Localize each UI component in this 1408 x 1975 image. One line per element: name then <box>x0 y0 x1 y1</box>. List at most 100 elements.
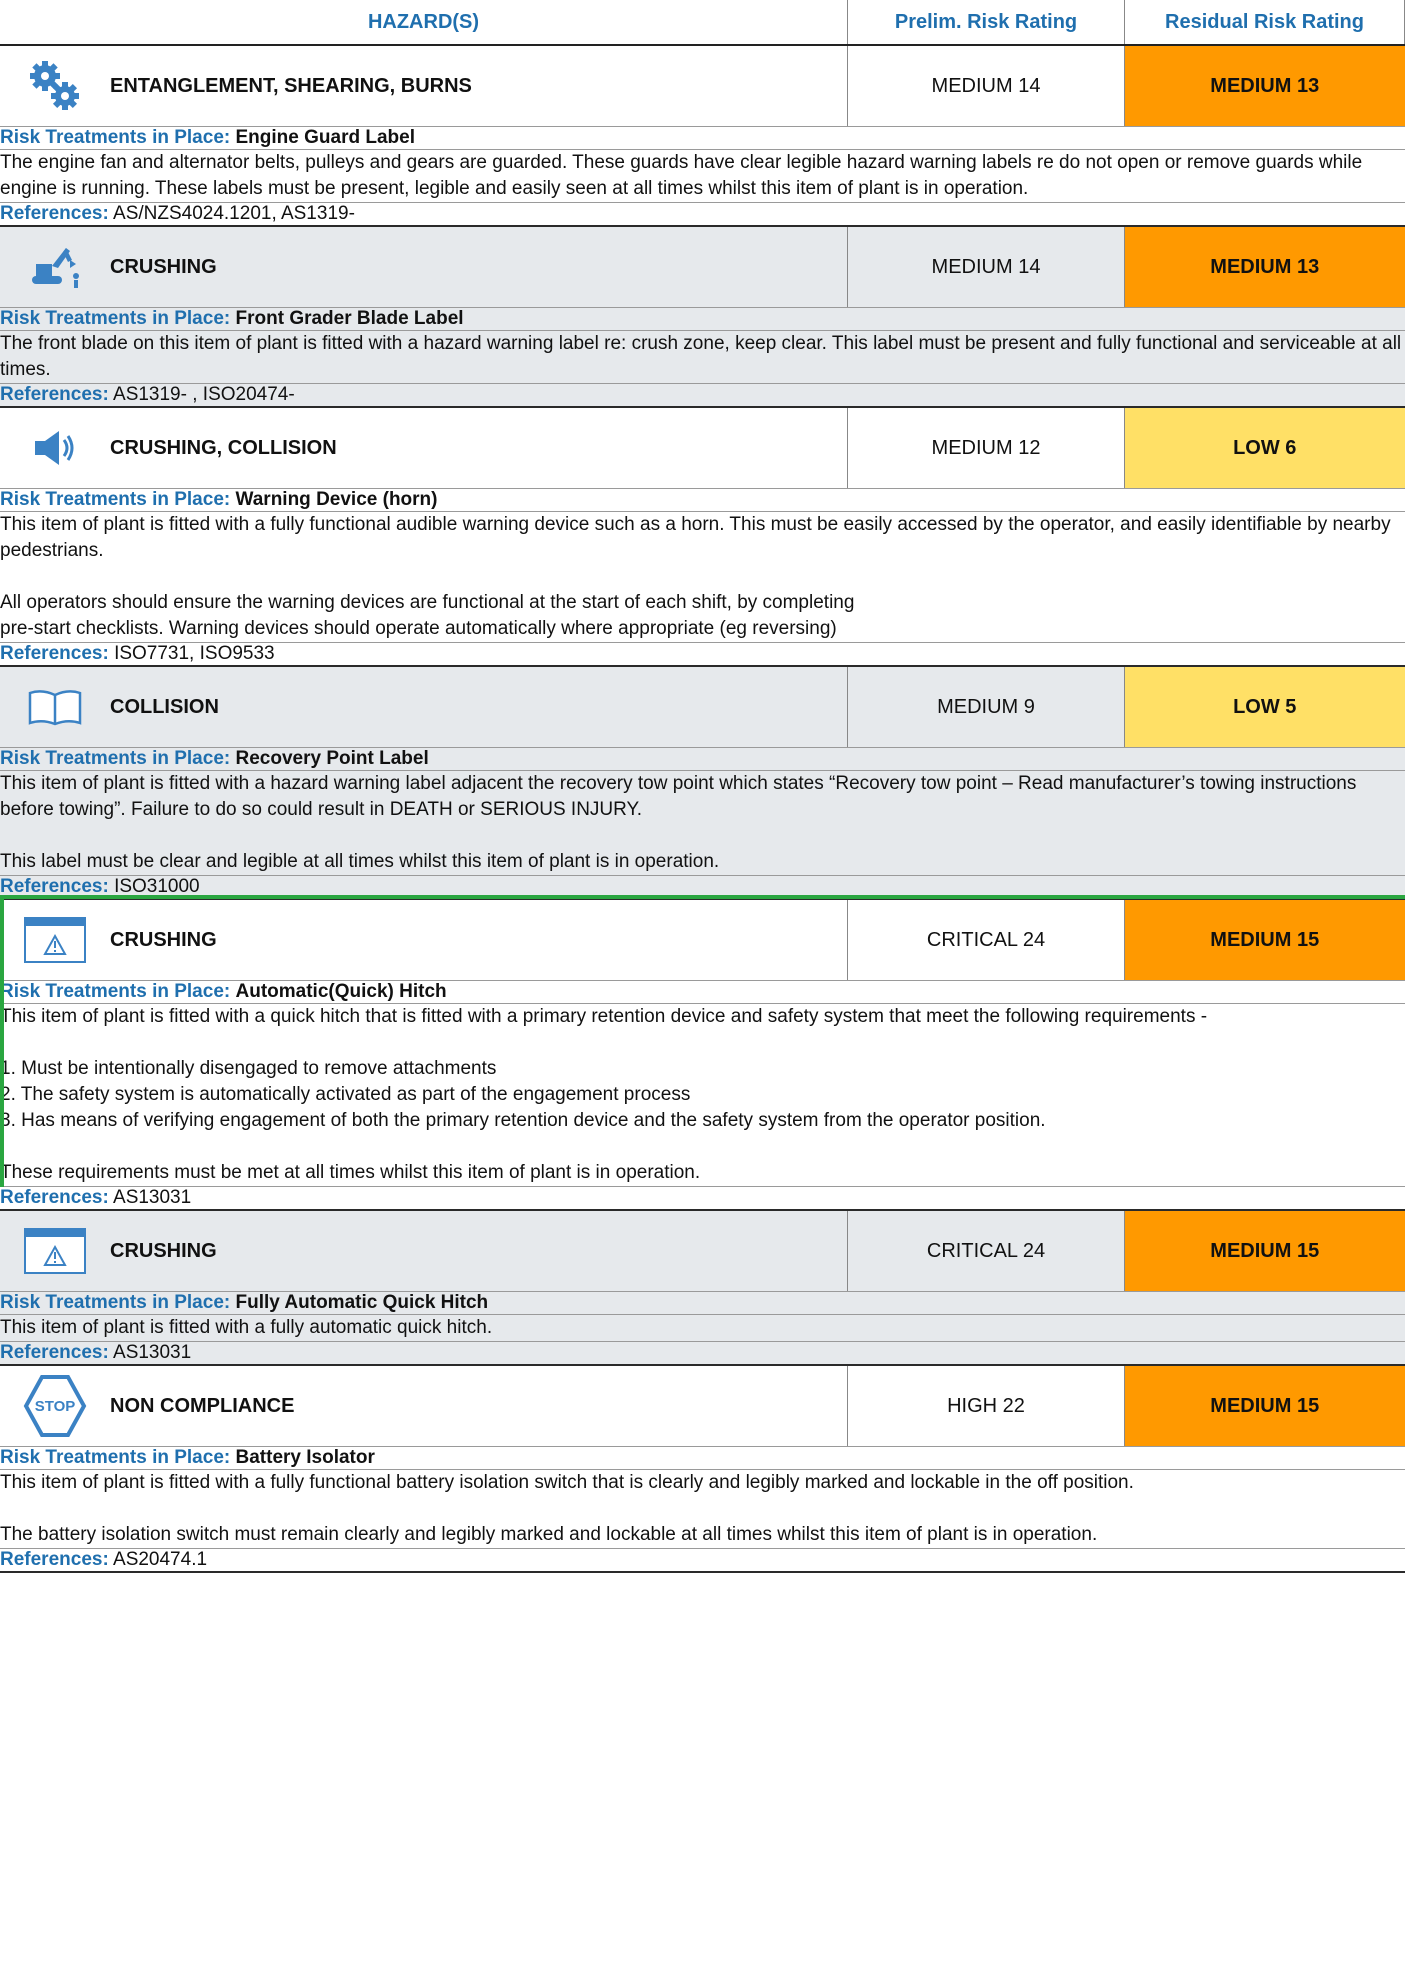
references-value: AS20474.1 <box>113 1549 208 1570</box>
prelim-risk-rating: MEDIUM 14 <box>847 226 1125 308</box>
references: References: AS13031 <box>0 1186 1405 1211</box>
description: This item of plant is fitted with a full… <box>0 511 1405 643</box>
references-value: ISO31000 <box>114 876 200 897</box>
hazard-icon-cell <box>0 666 110 748</box>
risk-treatment-label: Risk Treatments in Place: <box>0 1292 231 1313</box>
references-value: AS13031 <box>113 1342 192 1363</box>
risk-treatment-label: Risk Treatments in Place: <box>0 127 231 148</box>
risk-treatment-label: Risk Treatments in Place: <box>0 981 231 1002</box>
references: References: AS1319- , ISO20474- <box>0 383 1405 408</box>
description-paragraph: This item of plant is fitted with a full… <box>0 1472 1134 1493</box>
risk-treatment: Risk Treatments in Place: Automatic(Quic… <box>0 980 1405 1004</box>
description: This item of plant is fitted with a quic… <box>0 1003 1405 1187</box>
excavator-icon <box>0 228 110 306</box>
hazard-table: HAZARD(S) Prelim. Risk Rating Residual R… <box>0 0 1405 1573</box>
residual-risk-rating: MEDIUM 13 <box>1124 45 1405 127</box>
table-header: HAZARD(S) Prelim. Risk Rating Residual R… <box>0 0 1405 46</box>
prelim-risk-rating: MEDIUM 14 <box>847 45 1125 127</box>
references: References: AS/NZS4024.1201, AS1319- <box>0 202 1405 227</box>
risk-treatment-title: Front Grader Blade Label <box>235 308 464 329</box>
hazard-icon-cell <box>0 45 110 127</box>
hazard-name: CRUSHING <box>110 899 848 981</box>
risk-treatment-row: Risk Treatments in Place: Battery Isolat… <box>0 1446 1405 1470</box>
hazard-icon-cell <box>0 1210 110 1292</box>
residual-risk-rating: MEDIUM 15 <box>1124 899 1405 981</box>
residual-risk-rating: LOW 6 <box>1124 407 1405 489</box>
risk-treatment-title: Battery Isolator <box>235 1447 375 1468</box>
description: This item of plant is fitted with a full… <box>0 1314 1405 1342</box>
prelim-risk-rating: MEDIUM 9 <box>847 666 1125 748</box>
risk-treatment-row: Risk Treatments in Place: Warning Device… <box>0 488 1405 512</box>
hazard-row: COLLISION MEDIUM 9 LOW 5 <box>0 666 1405 748</box>
references-row: References: AS/NZS4024.1201, AS1319- <box>0 202 1405 227</box>
description-paragraph: The battery isolation switch must remain… <box>0 1524 1098 1545</box>
hazard-icon-cell <box>0 407 110 489</box>
hazard-row: CRUSHING CRITICAL 24 MEDIUM 15 <box>0 899 1405 981</box>
description: The engine fan and alternator belts, pul… <box>0 149 1405 203</box>
gears-icon <box>0 47 110 125</box>
description-row: This item of plant is fitted with a quic… <box>0 1003 1405 1187</box>
description-row: The front blade on this item of plant is… <box>0 330 1405 384</box>
description-row: This item of plant is fitted with a full… <box>0 1469 1405 1549</box>
references-row: References: AS20474.1 <box>0 1548 1405 1573</box>
header-residual-risk: Residual Risk Rating <box>1124 0 1405 46</box>
risk-treatment-title: Recovery Point Label <box>235 748 429 769</box>
hazard-name: CRUSHING <box>110 1210 848 1292</box>
references-value: AS13031 <box>113 1187 192 1208</box>
description-paragraph: This label must be clear and legible at … <box>0 851 720 872</box>
prelim-risk-rating: CRITICAL 24 <box>847 1210 1125 1292</box>
description-paragraph: This item of plant is fitted with a full… <box>0 1317 493 1338</box>
references-label: References: <box>0 1342 109 1363</box>
selection-highlight-top <box>0 895 1405 899</box>
description-paragraph: These requirements must be met at all ti… <box>0 1162 701 1183</box>
hazard-row: CRUSHING MEDIUM 14 MEDIUM 13 <box>0 226 1405 308</box>
references-label: References: <box>0 876 109 897</box>
references-label: References: <box>0 643 109 664</box>
hazard-row: CRUSHING, COLLISION MEDIUM 12 LOW 6 <box>0 407 1405 489</box>
residual-risk-rating: MEDIUM 15 <box>1124 1365 1405 1447</box>
residual-risk-rating: LOW 5 <box>1124 666 1405 748</box>
hazard-name: ENTANGLEMENT, SHEARING, BURNS <box>110 45 848 127</box>
references-row: References: AS13031 <box>0 1341 1405 1366</box>
stop-sign-icon: STOP <box>0 1367 110 1445</box>
description-paragraph: This item of plant is fitted with a quic… <box>0 1006 1208 1027</box>
header-prelim-risk: Prelim. Risk Rating <box>847 0 1125 46</box>
description-paragraph: This item of plant is fitted with a full… <box>0 514 1391 561</box>
hazard-name: CRUSHING, COLLISION <box>110 407 848 489</box>
description-row: This item of plant is fitted with a full… <box>0 511 1405 643</box>
description-paragraph: All operators should ensure the warning … <box>0 592 855 639</box>
references-label: References: <box>0 1549 109 1570</box>
hazard-name: CRUSHING <box>110 226 848 308</box>
risk-treatment-title: Fully Automatic Quick Hitch <box>235 1292 489 1313</box>
description-paragraph: The engine fan and alternator belts, pul… <box>0 152 1363 199</box>
risk-treatment: Risk Treatments in Place: Front Grader B… <box>0 307 1405 331</box>
prelim-risk-rating: CRITICAL 24 <box>847 899 1125 981</box>
risk-treatment-label: Risk Treatments in Place: <box>0 308 231 329</box>
description: The front blade on this item of plant is… <box>0 330 1405 384</box>
references-value: AS/NZS4024.1201, AS1319- <box>113 203 355 224</box>
risk-treatment-row: Risk Treatments in Place: Fully Automati… <box>0 1291 1405 1315</box>
warning-window-icon <box>0 1212 110 1290</box>
risk-treatment: Risk Treatments in Place: Recovery Point… <box>0 747 1405 771</box>
references-label: References: <box>0 203 109 224</box>
risk-treatment-label: Risk Treatments in Place: <box>0 489 231 510</box>
references-value: AS1319- , ISO20474- <box>113 384 295 405</box>
risk-treatment-row: Risk Treatments in Place: Automatic(Quic… <box>0 980 1405 1004</box>
description-row: The engine fan and alternator belts, pul… <box>0 149 1405 203</box>
risk-treatment-title: Warning Device (horn) <box>235 489 438 510</box>
speaker-icon <box>0 409 110 487</box>
risk-treatment-title: Automatic(Quick) Hitch <box>235 981 447 1002</box>
hazard-name: NON COMPLIANCE <box>110 1365 848 1447</box>
hazard-row: ENTANGLEMENT, SHEARING, BURNS MEDIUM 14 ME… <box>0 45 1405 127</box>
references: References: ISO7731, ISO9533 <box>0 642 1405 667</box>
references-row: References: ISO7731, ISO9533 <box>0 642 1405 667</box>
stop-sign-text: STOP <box>35 1398 76 1415</box>
hazard-icon-cell: STOP <box>0 1365 110 1447</box>
hazard-row: CRUSHING CRITICAL 24 MEDIUM 15 <box>0 1210 1405 1292</box>
description: This item of plant is fitted with a haza… <box>0 770 1405 876</box>
risk-treatment: Risk Treatments in Place: Battery Isolat… <box>0 1446 1405 1470</box>
residual-risk-rating: MEDIUM 13 <box>1124 226 1405 308</box>
risk-treatment-row: Risk Treatments in Place: Recovery Point… <box>0 747 1405 771</box>
references-label: References: <box>0 1187 109 1208</box>
risk-treatment-row: Risk Treatments in Place: Engine Guard L… <box>0 126 1405 150</box>
